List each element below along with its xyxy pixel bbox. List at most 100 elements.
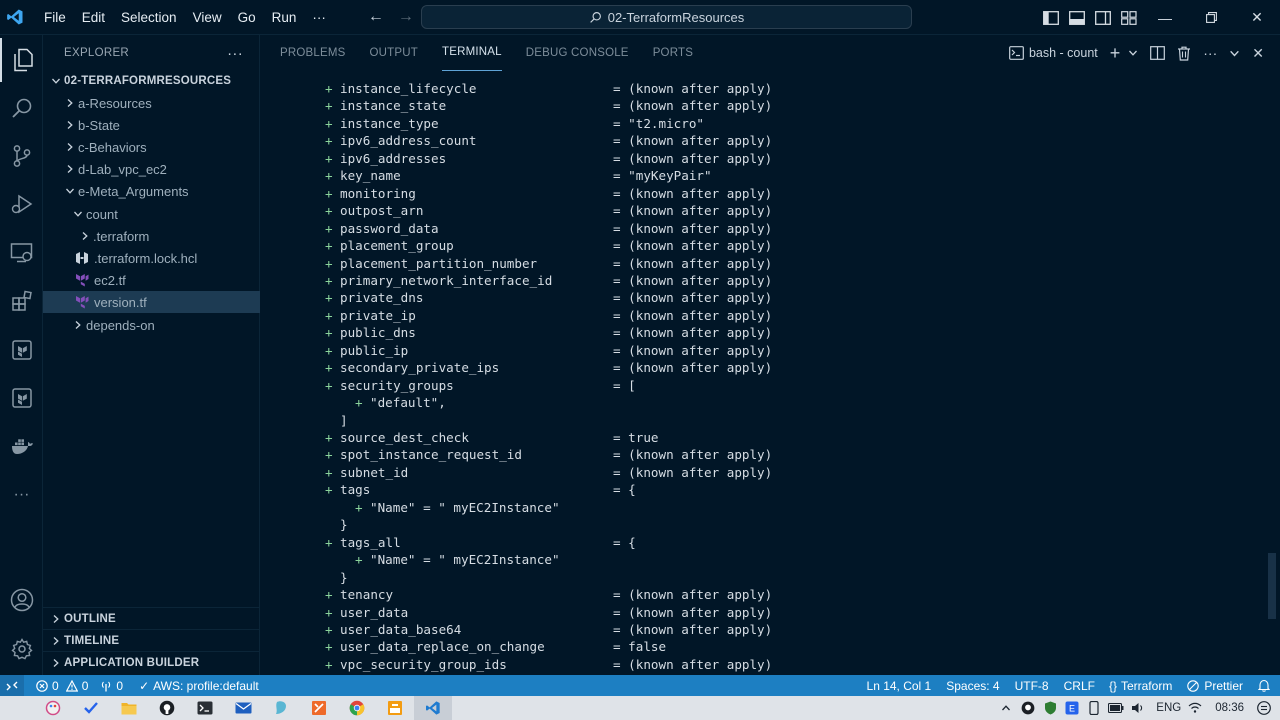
more-views-icon[interactable]: ··· xyxy=(0,473,43,517)
explorer-icon[interactable] xyxy=(0,38,43,82)
tray-volume-icon[interactable] xyxy=(1130,700,1146,716)
customize-layout-icon[interactable] xyxy=(1116,0,1142,35)
indentation-status[interactable]: Spaces: 4 xyxy=(940,679,1008,693)
tray-github-icon[interactable] xyxy=(1020,700,1036,716)
eol-status[interactable]: CRLF xyxy=(1058,679,1103,693)
tree-folder-depends-on[interactable]: depends-on xyxy=(43,314,260,336)
attribute-value: = (known after apply) xyxy=(613,656,773,672)
tree-folder-c-behaviors[interactable]: c-Behaviors xyxy=(43,136,260,158)
taskbar-app-file-explorer-icon[interactable] xyxy=(110,696,148,720)
search-view-icon[interactable] xyxy=(0,86,43,130)
tray-language[interactable]: ENG xyxy=(1156,702,1181,714)
tab-terminal[interactable]: TERMINAL xyxy=(442,35,502,71)
tree-folder-e-meta-arguments[interactable]: e-Meta_Arguments xyxy=(43,180,260,202)
manage-gear-icon[interactable] xyxy=(0,627,43,671)
tree-folder-a-resources[interactable]: a-Resources xyxy=(43,92,260,114)
chevron-right-icon xyxy=(77,231,93,241)
menu-view[interactable]: View xyxy=(185,0,230,35)
toggle-panel-icon[interactable] xyxy=(1064,0,1090,35)
taskbar-app-chrome-icon[interactable] xyxy=(338,696,376,720)
ports-status[interactable]: 0 xyxy=(94,679,129,693)
minimize-icon[interactable]: — xyxy=(1142,0,1188,35)
source-control-icon[interactable] xyxy=(0,134,43,178)
tree-folder-b-state[interactable]: b-State xyxy=(43,114,260,136)
menu-file[interactable]: File xyxy=(36,0,74,35)
forward-arrow-icon[interactable]: → xyxy=(398,8,414,26)
restore-icon[interactable] xyxy=(1188,0,1234,35)
tree-folder-d-lab-vpc-ec2[interactable]: d-Lab_vpc_ec2 xyxy=(43,158,260,180)
maximize-panel-chevron-icon[interactable] xyxy=(1223,35,1246,71)
terminal-selector[interactable]: bash - count xyxy=(1003,35,1104,71)
split-terminal-icon[interactable] xyxy=(1144,35,1171,71)
section-label: TIMELINE xyxy=(64,634,120,647)
extensions-icon[interactable] xyxy=(0,279,43,323)
terminal-line: + private_dns = (known after apply) xyxy=(325,289,1265,307)
terminal-scrollbar-thumb[interactable] xyxy=(1268,553,1276,619)
tree-file-terraform-lock[interactable]: .terraform.lock.hcl xyxy=(43,247,260,269)
tree-item-label: count xyxy=(86,206,118,222)
menu-edit[interactable]: Edit xyxy=(74,0,113,35)
taskbar-app-paint-icon[interactable] xyxy=(34,696,72,720)
tree-folder-dot-terraform[interactable]: .terraform xyxy=(43,225,260,247)
taskbar-app-mail-icon[interactable] xyxy=(224,696,262,720)
language-mode[interactable]: {} Terraform xyxy=(1103,679,1181,693)
taskbar-app-orange-icon[interactable] xyxy=(300,696,338,720)
toggle-secondary-sidebar-icon[interactable] xyxy=(1090,0,1116,35)
encoding-status[interactable]: UTF-8 xyxy=(1009,679,1058,693)
accounts-icon[interactable] xyxy=(0,578,43,622)
tree-file-ec2-tf[interactable]: ec2.tf xyxy=(43,269,260,291)
timeline-section[interactable]: TIMELINE xyxy=(43,629,260,651)
tab-problems[interactable]: PROBLEMS xyxy=(280,35,346,71)
application-builder-section[interactable]: APPLICATION BUILDER xyxy=(43,651,260,673)
tray-wifi-icon[interactable] xyxy=(1187,700,1203,716)
remote-indicator-icon[interactable] xyxy=(0,675,24,696)
prettier-status[interactable]: Prettier xyxy=(1181,679,1252,693)
toggle-primary-sidebar-icon[interactable] xyxy=(1038,0,1064,35)
terminal-dropdown-chevron-icon[interactable] xyxy=(1122,35,1144,71)
docker-icon[interactable] xyxy=(0,424,43,468)
tray-shield-icon[interactable] xyxy=(1042,700,1058,716)
problems-status[interactable]: 0 0 xyxy=(24,679,94,693)
menu-run[interactable]: Run xyxy=(264,0,305,35)
tab-debug-console[interactable]: DEBUG CONSOLE xyxy=(526,35,629,71)
notifications-bell-icon[interactable] xyxy=(1252,679,1280,692)
panel-more-actions-icon[interactable]: ··· xyxy=(1197,35,1223,71)
taskbar-app-todo-icon[interactable] xyxy=(72,696,110,720)
taskbar-app-vscode-icon[interactable] xyxy=(414,696,452,720)
taskbar-app-terminal-icon[interactable] xyxy=(186,696,224,720)
command-center-search[interactable]: 02-TerraformResources xyxy=(421,5,912,29)
terminal-output[interactable]: + instance_lifecycle = (known after apply)… xyxy=(325,80,1265,675)
tray-app-e-icon[interactable]: E xyxy=(1064,700,1080,716)
menu-selection[interactable]: Selection xyxy=(113,0,185,35)
hcl-file-icon xyxy=(74,250,90,266)
explorer-title: EXPLORER xyxy=(64,47,130,59)
remote-explorer-icon[interactable] xyxy=(0,231,43,275)
aws-profile-status[interactable]: ✓ AWS: profile:default xyxy=(129,679,265,693)
close-window-icon[interactable]: ✕ xyxy=(1234,0,1280,35)
tray-clock[interactable]: 08:36 xyxy=(1215,702,1244,714)
tab-ports[interactable]: PORTS xyxy=(653,35,693,71)
explorer-more-actions[interactable]: ··· xyxy=(227,45,243,62)
back-arrow-icon[interactable]: ← xyxy=(368,8,384,26)
tray-chevron-up-icon[interactable] xyxy=(998,700,1014,716)
terraform-cloud-icon[interactable] xyxy=(0,328,43,372)
outline-section[interactable]: OUTLINE xyxy=(43,607,260,629)
taskbar-app-archive-icon[interactable] xyxy=(376,696,414,720)
tree-file-version-tf[interactable]: version.tf xyxy=(43,291,260,313)
cursor-position[interactable]: Ln 14, Col 1 xyxy=(861,679,941,693)
menu-more[interactable]: ··· xyxy=(304,0,334,35)
workspace-root-folder[interactable]: 02-TERRAFORMRESOURCES xyxy=(43,70,260,92)
tray-battery-icon[interactable] xyxy=(1108,700,1124,716)
trash-icon[interactable] xyxy=(1171,35,1197,71)
tab-output[interactable]: OUTPUT xyxy=(370,35,418,71)
taskbar-app-github-icon[interactable] xyxy=(148,696,186,720)
terraform-explorer-icon[interactable] xyxy=(0,376,43,420)
run-debug-icon[interactable] xyxy=(0,182,43,226)
new-terminal-plus-icon[interactable]: + xyxy=(1104,35,1123,71)
taskbar-app-notes-icon[interactable] xyxy=(262,696,300,720)
tray-notification-center-icon[interactable] xyxy=(1256,700,1272,716)
close-panel-icon[interactable]: ✕ xyxy=(1246,35,1270,71)
tray-phone-icon[interactable] xyxy=(1086,700,1102,716)
menu-go[interactable]: Go xyxy=(230,0,264,35)
tree-folder-count[interactable]: count xyxy=(43,203,260,225)
